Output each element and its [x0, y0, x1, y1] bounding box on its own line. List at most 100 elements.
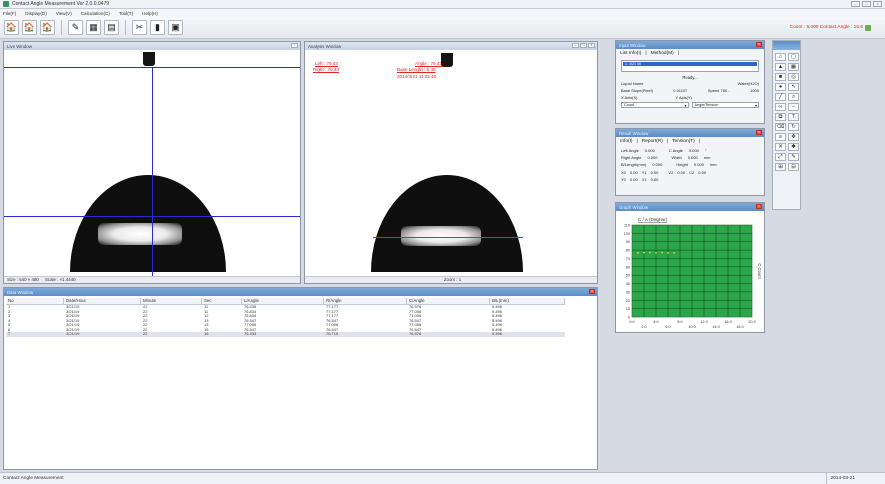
- column-header[interactable]: Minute: [141, 298, 202, 305]
- x0-label: X0: [621, 170, 626, 175]
- table-cell: 3/21/19: [64, 331, 141, 337]
- align-tool-icon[interactable]: ≡: [775, 133, 786, 141]
- panel-tool-icon[interactable]: ⊟: [788, 163, 799, 171]
- minimize-button[interactable]: –: [851, 1, 860, 7]
- menu-file[interactable]: File(F): [3, 11, 16, 16]
- graph-window-close-button[interactable]: ×: [756, 204, 762, 209]
- image-icon: ▦: [89, 22, 98, 32]
- status-date: 2014-03-21: [826, 473, 855, 484]
- x1-value: 0.00: [650, 177, 659, 182]
- line-tool-icon[interactable]: ╱: [775, 93, 786, 101]
- input-tabs: List Info(I) | Method(M) |: [616, 49, 764, 58]
- tools-icon: ✂: [135, 22, 144, 32]
- base-length-value: 0.000: [652, 162, 663, 167]
- measure-button[interactable]: ✎: [68, 20, 83, 35]
- data-point: [643, 251, 645, 254]
- table-row-selected[interactable]: 7 3/21/19 22 16 76.433 76.719 76.576 5.496: [6, 331, 595, 337]
- image-button[interactable]: ▦: [86, 20, 101, 35]
- erase-tool-icon[interactable]: ⌫: [775, 123, 786, 131]
- measurement-list[interactable]: 1. 3/21 08: [621, 60, 759, 72]
- menu-display[interactable]: Display(D): [25, 11, 46, 16]
- result-window-close-button[interactable]: ×: [756, 130, 762, 135]
- menu-help[interactable]: Help(H): [142, 11, 158, 16]
- pointer-tool-icon[interactable]: ↖: [788, 83, 799, 91]
- result-window-header: Result Window ×: [616, 129, 764, 137]
- image-size: Size : 640 × 480: [7, 277, 39, 282]
- tab-tension[interactable]: Tension(T): [671, 139, 696, 144]
- speed-value: 1000: [750, 88, 759, 93]
- speed-label: Speed 780 -: [707, 88, 730, 93]
- target-tool-icon[interactable]: ◎: [788, 73, 799, 81]
- home-tool-icon[interactable]: ⌂: [775, 53, 786, 61]
- contact-angle-chart[interactable]: C / A (Degree)11010090807060504030201000…: [616, 211, 766, 334]
- grid-tool-icon[interactable]: ▦: [788, 63, 799, 71]
- column-header[interactable]: No: [6, 298, 64, 305]
- selected-list-item[interactable]: 1. 3/21 08: [623, 62, 757, 66]
- fill-tool-icon[interactable]: ■: [775, 73, 786, 81]
- frame-tool-icon[interactable]: ▢: [788, 53, 799, 61]
- data-window-close-button[interactable]: ×: [589, 289, 595, 294]
- y-axis-select[interactable]: Angle/Tension: [691, 102, 759, 108]
- y-tick-label: 10: [626, 307, 630, 311]
- cross-tool-icon[interactable]: ✕: [775, 143, 786, 151]
- column-header[interactable]: Sec: [202, 298, 242, 305]
- x-tick-label: 20.0: [748, 320, 755, 324]
- menu-calculation[interactable]: Calculation(C): [81, 11, 110, 16]
- live-camera-view[interactable]: [4, 50, 300, 276]
- crosshair-vertical-line[interactable]: [152, 67, 153, 276]
- minus-tool-icon[interactable]: −: [788, 103, 799, 111]
- table-cell: 22: [141, 331, 202, 337]
- droplet: [70, 175, 226, 272]
- tab-report[interactable]: Report(R): [641, 139, 664, 144]
- copy-tool-icon[interactable]: ⧉: [775, 113, 786, 121]
- tab-method[interactable]: Method(M): [650, 51, 675, 56]
- open-camera-button[interactable]: 🏠: [4, 20, 19, 35]
- data-point: [655, 252, 657, 254]
- maximize-button[interactable]: □: [862, 1, 871, 7]
- status-icon: [865, 25, 871, 31]
- capture-button[interactable]: 🏠: [22, 20, 37, 35]
- x-tick-label: 14.0: [712, 325, 719, 329]
- title-bar: Contact Angle Measurement Ver 2.0.0.0479…: [0, 0, 885, 9]
- tab-info[interactable]: Info(I): [619, 139, 634, 144]
- resize-tool-icon[interactable]: ⤢: [775, 153, 786, 161]
- rotate-tool-icon[interactable]: ↻: [788, 123, 799, 131]
- save-button[interactable]: ▮: [150, 20, 165, 35]
- y1-label: Y1: [641, 170, 647, 175]
- input-window-close-button[interactable]: ×: [756, 42, 762, 47]
- close-button[interactable]: ×: [873, 1, 882, 7]
- zoom-tool-icon[interactable]: ⌕: [788, 93, 799, 101]
- link-tool-icon[interactable]: ∞: [775, 103, 786, 111]
- stop-button[interactable]: 🏠: [40, 20, 55, 35]
- text-tool-icon[interactable]: T: [788, 113, 799, 121]
- analysis-maximize-button[interactable]: □: [580, 43, 587, 48]
- menu-view[interactable]: View(V): [56, 11, 72, 16]
- brush-tool-icon[interactable]: ✎: [788, 153, 799, 161]
- report-button[interactable]: ▤: [104, 20, 119, 35]
- y-tick-label: 60: [626, 265, 630, 269]
- save-icon: ▮: [155, 22, 160, 32]
- x1-label: X1: [641, 177, 647, 182]
- drop-tool-icon[interactable]: ●: [775, 83, 786, 91]
- menu-tool[interactable]: Tool(T): [119, 11, 133, 16]
- analysis-view[interactable]: Left : 76.43 Right : 76.43 Angle : 76.43…: [305, 50, 597, 276]
- settings-button[interactable]: ▣: [168, 20, 183, 35]
- result-coords-row: X0 0.00 Y1 0.00 V2 0.00 C2 0.00: [616, 168, 764, 176]
- table-tool-icon[interactable]: ⊞: [775, 163, 786, 171]
- result-window-title: Result Window: [619, 130, 649, 136]
- base-length-readout: Base Length : 5.49: [397, 67, 436, 72]
- up-tool-icon[interactable]: ▲: [775, 63, 786, 71]
- angle-readout: Angle : 76.43: [415, 61, 443, 66]
- live-window-title: Live Window: [7, 43, 32, 49]
- star-tool-icon[interactable]: ✱: [788, 143, 799, 151]
- live-window-restore-button[interactable]: ▫: [291, 43, 298, 48]
- analysis-minimize-button[interactable]: –: [572, 43, 579, 48]
- x-axis-select[interactable]: Count: [621, 102, 689, 108]
- liquid-value[interactable]: Water(H2O): [738, 81, 759, 86]
- analysis-close-button[interactable]: ×: [588, 43, 595, 48]
- y-tick-label: 20: [626, 299, 630, 303]
- table-cell: 76.576: [407, 331, 490, 337]
- tools-button[interactable]: ✂: [132, 20, 147, 35]
- move-tool-icon[interactable]: ✥: [788, 133, 799, 141]
- tab-list-info[interactable]: List Info(I): [619, 51, 642, 56]
